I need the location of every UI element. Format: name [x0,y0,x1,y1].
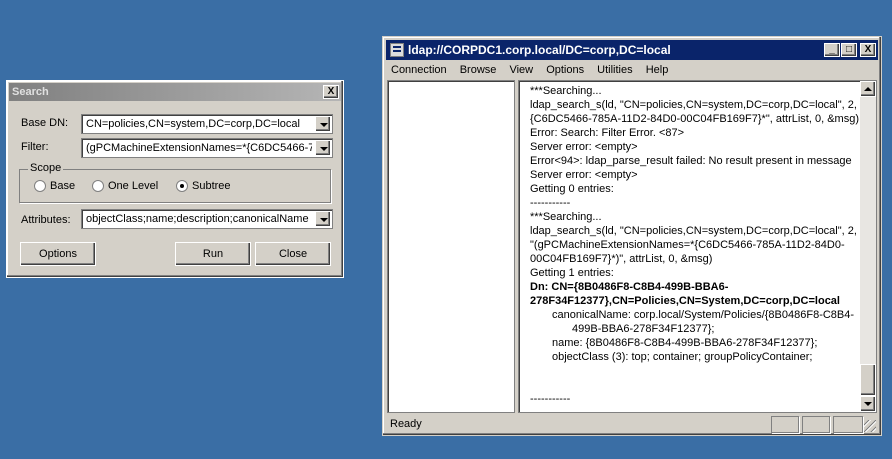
log-line: Getting 0 entries: [530,183,614,195]
status-bar: Ready [386,415,878,434]
search-dialog-close-icon[interactable]: X [323,85,339,99]
ldp-window: ldap://CORPDC1.corp.local/DC=corp,DC=loc… [382,36,882,436]
text-caret [530,412,531,413]
options-button[interactable]: Options [20,242,96,266]
status-panel [771,416,799,433]
menu-browse[interactable]: Browse [455,61,502,79]
status-panel [802,416,830,433]
resize-grip-icon[interactable] [864,420,876,432]
search-dialog: Search X Base DN: CN=policies,CN=system,… [6,80,344,278]
log-line: 00C04FB169F7}*)", attrList, 0, &msg) [530,253,713,265]
scroll-up-arrow-icon[interactable] [860,81,876,97]
log-line: Dn: CN={8B0486F8-C8B4-499B-BBA6- [530,281,729,293]
output-vertical-scrollbar[interactable] [860,81,876,412]
menu-view[interactable]: View [504,61,538,79]
search-dialog-title: Search [12,86,49,98]
scroll-down-arrow-icon[interactable] [860,396,876,412]
filter-value: (gPCMachineExtensionNames=*{C6DC5466-785… [86,142,312,154]
menu-bar: Connection Browse View Options Utilities… [386,61,878,79]
ldp-app-icon[interactable] [390,43,404,57]
ldp-window-title: ldap://CORPDC1.corp.local/DC=corp,DC=loc… [408,43,671,57]
tree-pane[interactable] [387,80,515,413]
log-line: Server error: <empty> [530,169,638,181]
scroll-thumb[interactable] [860,364,876,396]
minimize-icon[interactable]: _ [824,43,840,57]
radio-dot-icon [34,180,46,192]
maximize-icon[interactable]: □ [841,43,857,57]
ldp-titlebar[interactable]: ldap://CORPDC1.corp.local/DC=corp,DC=loc… [386,40,878,60]
scope-group: Scope Base One Level Subtree [19,162,331,203]
radio-dot-selected-icon [176,180,188,192]
log-line: Error<94>: ldap_parse_result failed: No … [530,155,852,167]
filter-label: Filter: [21,141,49,153]
radio-dot-icon [92,180,104,192]
log-line: Error: Search: Filter Error. <87> [530,127,685,139]
close-button[interactable]: Close [255,242,331,266]
log-line: canonicalName: corp.local/System/Policie… [552,309,855,321]
window-close-icon[interactable]: X [860,43,876,57]
base-dn-label: Base DN: [21,117,69,129]
run-button[interactable]: Run [175,242,251,266]
log-line: ***Searching... [530,85,602,97]
log-line: Server error: <empty> [530,141,638,153]
output-log: ***Searching... ldap_search_s(ld, "CN=pol… [530,84,869,413]
status-panel [833,416,863,433]
menu-help[interactable]: Help [641,61,674,79]
scope-radio-label: Base [50,180,76,192]
log-line: ***Searching... [530,211,602,223]
log-line: ldap_search_s(ld, "CN=policies,CN=system… [530,225,857,237]
menu-options[interactable]: Options [541,61,589,79]
log-line: "(gPCMachineExtensionNames=*{C6DC5466-78… [530,239,845,251]
filter-dropdown-arrow-icon[interactable] [315,140,331,156]
search-dialog-titlebar[interactable]: Search X [9,83,341,101]
log-line: name: {8B0486F8-C8B4-499B-BBA6-278F34F12… [552,337,818,349]
status-text: Ready [390,418,422,430]
log-line: 278F34F12377},CN=Policies,CN=System,DC=c… [530,295,840,307]
log-line: {C6DC5466-785A-11D2-84D0-00C04FB169F7}*"… [530,113,859,125]
attributes-value: objectClass;name;description;canonicalNa… [86,213,309,225]
filter-combo[interactable]: (gPCMachineExtensionNames=*{C6DC5466-785… [81,138,333,158]
menu-utilities[interactable]: Utilities [592,61,637,79]
scope-radio-label: One Level [108,180,159,192]
base-dn-combo[interactable]: CN=policies,CN=system,DC=corp,DC=local [81,114,333,134]
scope-radio-label: Subtree [192,180,231,192]
log-line: ----------- [530,393,571,405]
log-line: ----------- [530,197,571,209]
attributes-label: Attributes: [21,214,71,226]
base-dn-dropdown-arrow-icon[interactable] [315,116,331,132]
log-line: objectClass (3): top; container; groupPo… [552,351,813,363]
output-pane[interactable]: ***Searching... ldap_search_s(ld, "CN=pol… [518,80,877,413]
log-line: 499B-BBA6-278F34F12377}; [572,323,715,335]
log-line: ldap_search_s(ld, "CN=policies,CN=system… [530,99,869,111]
base-dn-value: CN=policies,CN=system,DC=corp,DC=local [86,118,300,130]
log-line: Getting 1 entries: [530,267,614,279]
scope-label: Scope [28,162,64,174]
menu-connection[interactable]: Connection [386,61,452,79]
attributes-combo[interactable]: objectClass;name;description;canonicalNa… [81,209,333,229]
attributes-dropdown-arrow-icon[interactable] [315,211,331,227]
